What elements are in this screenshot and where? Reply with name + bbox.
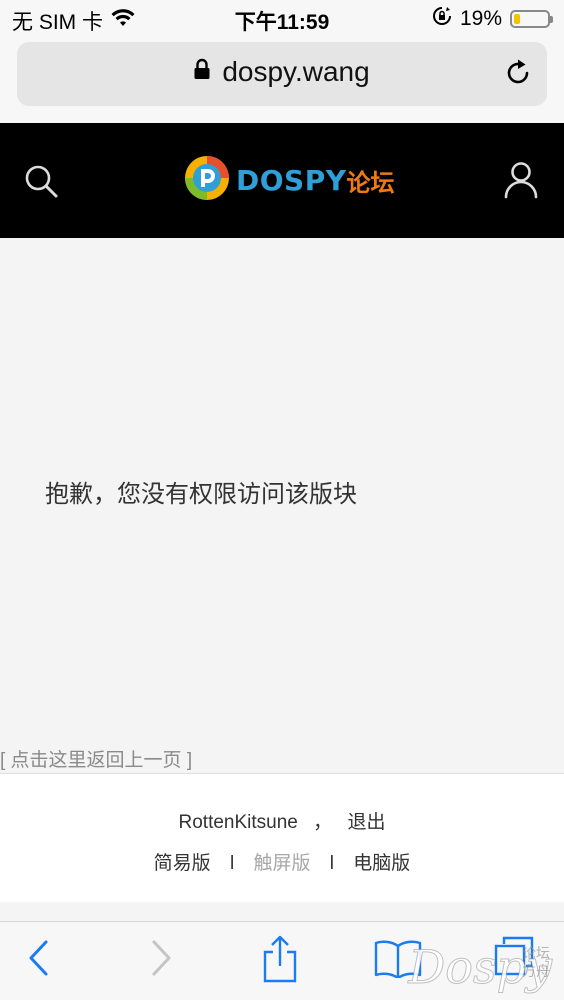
username-link[interactable]: RottenKitsune: [179, 812, 298, 833]
lock-icon: [194, 55, 210, 87]
footer-user-line: RottenKitsune ， 退出: [0, 807, 564, 834]
logo-cn-text: 论坛: [346, 168, 395, 197]
site-logo[interactable]: DOSPY 论坛: [184, 155, 395, 206]
orientation-lock-icon: [432, 6, 452, 32]
logout-link[interactable]: 退出: [347, 812, 385, 833]
footer-separator: l: [329, 853, 335, 874]
desktop-version-link[interactable]: 电脑版: [353, 853, 410, 874]
battery-icon: [510, 10, 553, 28]
browser-chrome: dospy.wang: [0, 38, 564, 123]
battery-fill: [514, 14, 520, 24]
logo-text: DOSPY: [236, 163, 347, 197]
screen: 无 SIM 卡 下午11:59 19% dospy.wang DOSPY 论坛 …: [0, 0, 564, 1000]
reload-icon[interactable]: [503, 58, 533, 93]
watermark-small-line2: 方舟: [522, 963, 550, 979]
address-content: dospy.wang: [17, 56, 547, 90]
status-bar: 无 SIM 卡 下午11:59 19%: [0, 0, 564, 38]
url-text: dospy.wang: [222, 56, 370, 87]
simple-version-link[interactable]: 简易版: [154, 853, 211, 874]
page-footer: RottenKitsune ， 退出 简易版 l 触屏版 l 电脑版: [0, 773, 564, 902]
bookmarks-icon[interactable]: [374, 938, 422, 983]
search-icon[interactable]: [22, 162, 60, 205]
footer-comma: ，: [313, 812, 333, 833]
share-icon[interactable]: [262, 934, 298, 989]
site-header: DOSPY 论坛: [0, 123, 564, 238]
watermark-small-line1: 论坛: [522, 945, 550, 961]
user-icon[interactable]: [504, 161, 538, 204]
forward-icon: [150, 938, 174, 983]
address-bar[interactable]: dospy.wang: [17, 42, 547, 106]
logo-mark-icon: [184, 155, 230, 206]
back-icon[interactable]: [26, 938, 50, 983]
footer-separator: l: [229, 853, 235, 874]
battery-percent: 19%: [459, 7, 502, 30]
watermark-small: 论坛 方舟: [522, 944, 550, 980]
no-permission-message: 抱歉，您没有权限访问该版块: [45, 481, 357, 508]
touch-version-link: 触屏版: [253, 853, 311, 874]
browser-toolbar: Dospy 论坛 方舟: [0, 921, 564, 1000]
back-link[interactable]: [ 点击这里返回上一页 ]: [0, 745, 192, 772]
footer-version-links: 简易版 l 触屏版 l 电脑版: [0, 848, 564, 875]
status-right: 19%: [432, 6, 553, 32]
